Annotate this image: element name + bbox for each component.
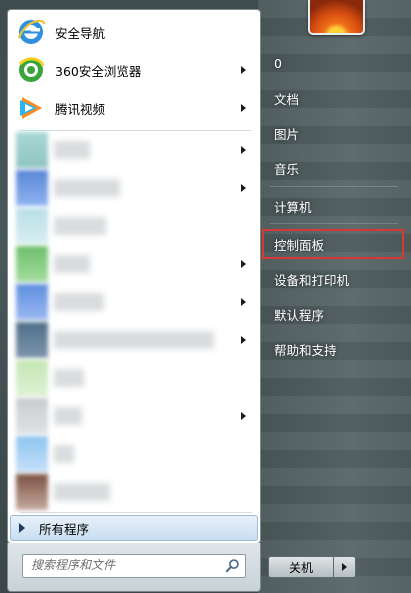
all-programs-button[interactable]: 所有程序	[10, 515, 258, 541]
right-item-label: 0	[274, 55, 282, 71]
program-label-redacted	[54, 141, 90, 159]
search-box[interactable]	[22, 554, 246, 578]
recent-program-item[interactable]	[12, 473, 256, 511]
submenu-arrow-icon[interactable]	[241, 104, 246, 112]
360-browser-icon	[18, 57, 45, 82]
right-item-label: 图片	[274, 126, 300, 142]
pinned-item-label: 360安全浏览器	[55, 63, 142, 79]
documents-link[interactable]: 文档	[264, 84, 404, 112]
program-icon	[16, 398, 48, 434]
pictures-link[interactable]: 图片	[264, 119, 404, 147]
recent-program-item[interactable]	[12, 131, 256, 169]
tencent-video-icon	[20, 97, 42, 119]
program-icon	[16, 208, 48, 244]
user-avatar[interactable]	[308, 0, 365, 35]
recent-program-item[interactable]	[12, 359, 256, 397]
user-folder-link[interactable]: 0	[264, 49, 404, 77]
chevron-right-icon	[342, 563, 347, 571]
pinned-item-label: 腾讯视频	[55, 101, 106, 117]
pinned-item-360-browser[interactable]: 360安全浏览器	[12, 53, 256, 87]
program-label-redacted	[54, 369, 84, 387]
search-icon[interactable]	[225, 558, 240, 573]
recent-program-item[interactable]	[12, 283, 256, 321]
recent-program-item[interactable]	[12, 321, 256, 359]
submenu-arrow-icon[interactable]	[241, 336, 246, 344]
program-label-redacted	[54, 445, 74, 463]
right-pane-separator	[270, 186, 398, 187]
program-icon	[16, 322, 48, 358]
right-pane-separator	[270, 223, 398, 224]
right-item-label: 控制面板	[274, 237, 325, 253]
program-label-redacted	[54, 255, 90, 273]
submenu-arrow-icon[interactable]	[241, 184, 246, 192]
control-panel-link[interactable]: 控制面板	[262, 229, 404, 259]
shutdown-button[interactable]: 关机	[268, 556, 334, 578]
recent-program-item[interactable]	[12, 169, 256, 207]
submenu-arrow-icon[interactable]	[241, 260, 246, 268]
program-label-redacted	[54, 407, 82, 425]
program-icon	[16, 246, 48, 282]
program-icon	[16, 170, 48, 206]
all-programs-label: 所有程序	[39, 521, 90, 537]
program-icon	[16, 284, 48, 320]
submenu-arrow-icon[interactable]	[241, 66, 246, 74]
right-item-label: 帮助和支持	[274, 342, 337, 358]
program-label-redacted	[54, 217, 106, 235]
programs-pane: 安全导航 360安全浏览器 腾讯视频	[7, 9, 261, 544]
program-label-redacted	[54, 293, 104, 311]
music-link[interactable]: 音乐	[264, 154, 404, 182]
program-label-redacted	[54, 179, 120, 197]
right-item-label: 文档	[274, 91, 300, 107]
pinned-item-safe-navigation[interactable]: 安全导航	[12, 15, 256, 49]
shutdown-options-button[interactable]	[334, 556, 356, 578]
search-area	[7, 543, 261, 592]
devices-and-printers-link[interactable]: 设备和打印机	[264, 265, 404, 293]
search-input[interactable]	[23, 555, 221, 575]
submenu-arrow-icon[interactable]	[241, 298, 246, 306]
recent-program-item[interactable]	[12, 245, 256, 283]
submenu-arrow-icon[interactable]	[241, 412, 246, 420]
shutdown-label: 关机	[288, 560, 313, 575]
expand-arrow-icon	[19, 523, 25, 533]
program-icon	[16, 360, 48, 396]
default-programs-link[interactable]: 默认程序	[264, 300, 404, 328]
computer-link[interactable]: 计算机	[264, 192, 404, 220]
submenu-arrow-icon[interactable]	[241, 146, 246, 154]
program-icon	[16, 436, 48, 472]
program-label-redacted	[54, 331, 214, 349]
recent-program-item[interactable]	[12, 435, 256, 473]
pinned-item-tencent-video[interactable]: 腾讯视频	[12, 91, 256, 125]
right-item-label: 设备和打印机	[274, 272, 350, 288]
right-item-label: 音乐	[274, 161, 300, 177]
ie-icon	[17, 19, 46, 44]
all-programs-separator	[20, 512, 252, 513]
program-icon	[16, 132, 48, 168]
right-item-label: 计算机	[274, 199, 312, 215]
help-and-support-link[interactable]: 帮助和支持	[264, 335, 404, 363]
program-icon	[16, 474, 48, 510]
program-label-redacted	[54, 483, 110, 501]
recent-program-item[interactable]	[12, 207, 256, 245]
recent-program-item[interactable]	[12, 397, 256, 435]
right-item-label: 默认程序	[274, 307, 325, 323]
pinned-item-label: 安全导航	[55, 25, 106, 41]
